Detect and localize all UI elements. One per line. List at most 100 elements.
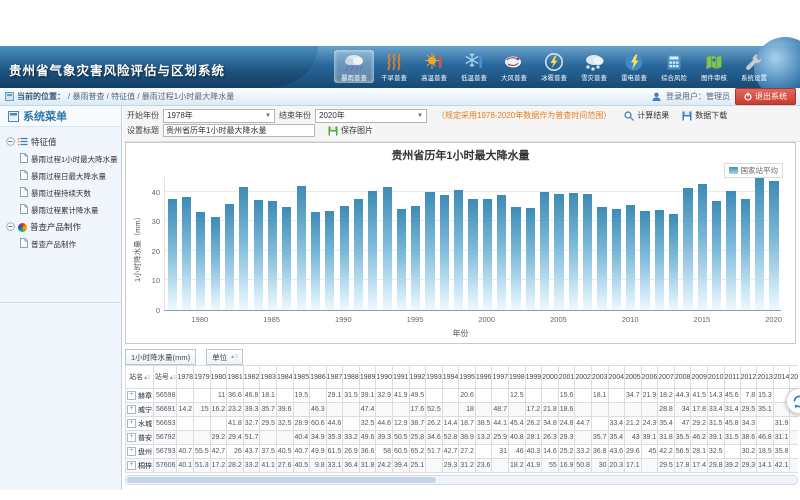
save-image-icon <box>328 126 338 136</box>
x-tick: 2015 <box>695 314 709 325</box>
row-expander-icon[interactable]: + <box>127 433 136 442</box>
station-name-cell[interactable]: +盘州 <box>126 445 154 459</box>
logout-button[interactable]: 退出系统 <box>735 88 796 105</box>
toolbar-item-7[interactable]: 雪灾普查 <box>574 50 614 83</box>
tree-section-2[interactable]: 普查产品制作 <box>6 221 121 233</box>
unit-chip[interactable]: 1小时降水量(mm) <box>125 349 196 365</box>
tree-item-label: 暴雨过程持续天数 <box>31 188 91 199</box>
sort-arrows-icon: ▲▽ <box>169 375 176 381</box>
tree-item-1-4[interactable]: 暴雨过程累计降水量 <box>20 204 121 216</box>
column-header-year-1981: 1981 <box>227 366 244 389</box>
toolbar-item-3[interactable]: 高温普查 <box>414 50 454 83</box>
toolbar-item-2[interactable]: 干旱普查 <box>374 50 414 83</box>
bar-2002 <box>511 207 520 310</box>
bar-slot <box>323 177 337 310</box>
value-cell-56793-2003: 36.8 <box>591 445 608 459</box>
bar-2020 <box>769 181 778 310</box>
value-cell-57606-2008: 17.8 <box>674 459 691 473</box>
value-cell-56693-1985: 28.9 <box>293 417 310 431</box>
toolbar-item-5[interactable]: 大风普查 <box>494 50 534 83</box>
value-cell-56691-1993: 52.5 <box>426 403 443 417</box>
data-download-button[interactable]: 数据下载 <box>682 110 727 121</box>
value-cell-57606-2002: 50.8 <box>575 459 592 473</box>
column-header-year-1980: 1980 <box>210 366 227 389</box>
bar-2011 <box>640 211 649 310</box>
toolbar-item-11[interactable]: 系统设置 <box>734 50 774 83</box>
toolbar-item-1[interactable]: 暴雨普查 <box>334 50 374 83</box>
value-cell-56793-1990: 58 <box>376 445 393 459</box>
column-header-station[interactable]: 站名▲▽ <box>126 366 154 389</box>
risk-icon <box>654 51 694 72</box>
end-year-select[interactable]: 2020年▼ <box>315 109 427 123</box>
row-expander-icon[interactable]: + <box>127 405 136 414</box>
station-name-cell[interactable]: +桐梓 <box>126 459 154 473</box>
x-tick <box>580 314 594 325</box>
save-image-button[interactable]: 保存图片 <box>328 125 373 136</box>
tree-item-1-1[interactable]: 暴雨过程1小时最大降水量 <box>20 153 121 165</box>
toolbar-item-4[interactable]: 低温普查 <box>454 50 494 83</box>
tree-item-1-2[interactable]: 暴雨过程日最大降水量 <box>20 170 121 182</box>
person-icon <box>652 92 661 101</box>
bar-2005 <box>554 194 563 310</box>
tree-item-1-3[interactable]: 暴雨过程持续天数 <box>20 187 121 199</box>
bar-slot <box>480 177 494 310</box>
value-cell-56598-1994 <box>442 389 459 403</box>
x-tick <box>279 314 293 325</box>
toolbar-item-10[interactable]: 图件审核 <box>694 50 734 83</box>
bar-slot <box>337 177 351 310</box>
value-cell-56691-1994 <box>442 403 459 417</box>
toolbar-item-9[interactable]: 综合风险 <box>654 50 694 83</box>
station-name-cell[interactable]: +威宁 <box>126 403 154 417</box>
sort-chip[interactable]: 单位▲ ▽ <box>206 349 243 365</box>
toolbar-item-label: 图件审核 <box>696 73 733 82</box>
value-cell-56793-1995: 27.2 <box>459 445 476 459</box>
value-cell-56793-2013: 18.5 <box>757 445 774 459</box>
filter-row-2: 设置标题 保存图片 <box>127 123 800 138</box>
toolbar-item-6[interactable]: 冰雹普查 <box>534 50 574 83</box>
value-cell-56792-1997: 25.9 <box>492 431 509 445</box>
row-expander-icon[interactable]: + <box>127 419 136 428</box>
toolbar-item-8[interactable]: 雷电普查 <box>614 50 654 83</box>
scrollbar-thumb[interactable] <box>127 477 436 483</box>
value-cell-56792-1978 <box>177 431 194 445</box>
y-tick-label: 10 <box>130 276 160 285</box>
calc-result-button[interactable]: 计算结果 <box>624 110 669 121</box>
toolbar-item-label: 低温普查 <box>456 73 493 82</box>
column-header-station-id[interactable]: 站号▲▽ <box>154 366 177 389</box>
value-cell-56792-1993: 34.6 <box>426 431 443 445</box>
tree-section-1[interactable]: 特征值 <box>6 136 121 148</box>
value-cell-56691-1983: 35.7 <box>260 403 277 417</box>
station-name-cell[interactable]: +水城 <box>126 417 154 431</box>
column-header-year-1982: 1982 <box>243 366 260 389</box>
start-year-select[interactable]: 1978年▼ <box>163 109 275 123</box>
bar-slot <box>437 177 451 310</box>
value-cell-56598-1981: 36.6 <box>227 389 244 403</box>
value-cell-56792-1995: 38.9 <box>459 431 476 445</box>
value-cell-56793-1996 <box>475 445 492 459</box>
value-cell-56598-2005: 34.7 <box>625 389 642 403</box>
bar-slot <box>452 177 466 310</box>
tree-item-2-1[interactable]: 普查产品制作 <box>20 238 121 250</box>
column-header-year-1992: 1992 <box>409 366 426 389</box>
value-cell-56792-1987: 35.3 <box>326 431 343 445</box>
value-cell-56793-2006: 45 <box>641 445 658 459</box>
bar-slot <box>767 177 781 310</box>
column-header-year-2012: 2012 <box>740 366 757 389</box>
value-cell-56792-2014: 31.1 <box>773 431 790 445</box>
bar-slot <box>724 177 738 310</box>
row-expander-icon[interactable]: + <box>127 447 136 456</box>
station-name-cell[interactable]: +赫章 <box>126 389 154 403</box>
chart-title-input[interactable] <box>163 124 315 137</box>
row-expander-icon[interactable]: + <box>127 461 136 470</box>
bar-1993 <box>383 187 392 310</box>
value-cell-57606-2012: 29.3 <box>740 459 757 473</box>
filter-bar: 开始年份 1978年▼ 结束年份 2020年▼ （规定采用1978-2020年数… <box>123 106 800 142</box>
x-tick: 1995 <box>408 314 422 325</box>
horizontal-scrollbar[interactable] <box>125 475 798 485</box>
row-expander-icon[interactable]: + <box>127 391 136 400</box>
bar-slot <box>509 177 523 310</box>
column-header-year-2000: 2000 <box>542 366 559 389</box>
value-cell-56691-1985 <box>293 403 310 417</box>
station-name-cell[interactable]: +普安 <box>126 431 154 445</box>
power-icon <box>744 92 752 101</box>
